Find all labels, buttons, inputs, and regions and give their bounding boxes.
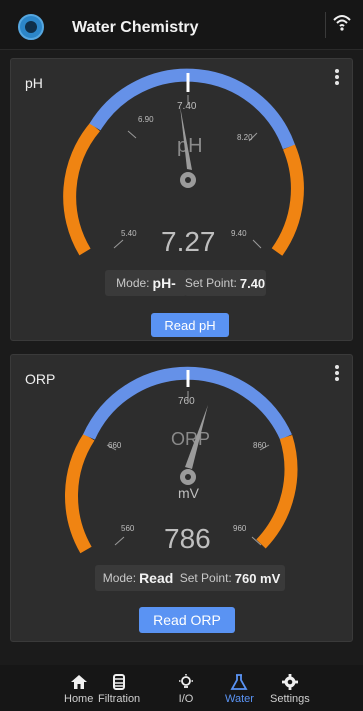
ph-tick-9-40 <box>252 239 262 249</box>
app-bar: Water Chemistry <box>0 0 363 50</box>
ph-card: pH 5.40 6.90 7.40 8.20 9.40 pH 7.27 Mode… <box>10 58 353 341</box>
nav-label-filtration: Filtration <box>98 693 141 705</box>
ph-setpoint-value: 7.40 <box>239 275 266 291</box>
home-icon <box>70 675 87 689</box>
orp-card: ORP 560 660 760 860 960 ORP mV 786 Mode:… <box>10 354 353 642</box>
orp-mode-chip: Mode: Read <box>95 565 181 591</box>
lightbulb-icon <box>179 674 193 688</box>
gear-icon <box>281 674 298 690</box>
orp-tick-label-560: 560 <box>121 524 135 533</box>
nav-label-io: I/O <box>178 693 194 705</box>
bottom-navigation: Home Filtration I/O Water Settings <box>0 665 363 711</box>
ph-tick-6-90 <box>127 130 137 139</box>
ph-tick-label-9-40: 9.40 <box>231 229 247 238</box>
orp-tick-label-760: 760 <box>178 396 195 407</box>
nav-item-filtration[interactable]: Filtration <box>98 673 140 705</box>
wifi-icon[interactable] <box>325 12 351 38</box>
nav-item-io[interactable]: I/O <box>176 673 196 705</box>
ph-gauge: 5.40 6.90 7.40 8.20 9.40 pH 7.27 <box>63 68 304 257</box>
ph-tick-5-40 <box>113 239 124 249</box>
ph-tick-label-8-20: 8.20 <box>237 133 253 142</box>
ph-tick-label-5-40: 5.40 <box>121 229 137 238</box>
ph-mode-label: Mode: <box>116 276 150 290</box>
orp-arc-left <box>65 433 95 554</box>
flask-icon <box>230 674 248 690</box>
orp-arc-right <box>256 435 298 549</box>
orp-unit-sub: mV <box>178 485 200 501</box>
app-logo-icon <box>18 14 44 40</box>
orp-mode-value: Read <box>139 570 174 586</box>
orp-gauge: 560 660 760 860 960 ORP mV 786 <box>65 366 298 554</box>
nav-item-home[interactable]: Home <box>64 673 93 705</box>
filter-icon <box>113 674 126 690</box>
nav-label-home: Home <box>64 693 94 705</box>
orp-unit-label: ORP <box>171 429 210 449</box>
ph-arc-right <box>271 144 304 256</box>
ph-tick-label-7-40: 7.40 <box>177 101 197 112</box>
orp-tick-label-660: 660 <box>108 441 122 450</box>
orp-tick-560 <box>114 536 125 546</box>
orp-tick-label-960: 960 <box>233 524 247 533</box>
nav-item-settings[interactable]: Settings <box>270 673 310 705</box>
ph-arc-left <box>63 122 101 256</box>
nav-label-settings: Settings <box>270 693 310 705</box>
nav-label-water: Water <box>225 693 254 705</box>
orp-tick-label-860: 860 <box>253 441 267 450</box>
orp-setpoint-label: Set Point: <box>179 571 232 585</box>
ph-unit-label: pH <box>177 135 203 157</box>
ph-tick-label-6-90: 6.90 <box>138 115 154 124</box>
ph-current-value: 7.27 <box>161 226 216 257</box>
orp-mode-label: Mode: <box>102 571 137 585</box>
orp-setpoint-chip: Set Point: 760 mV <box>175 565 285 591</box>
read-ph-button[interactable]: Read pH <box>151 313 229 337</box>
orp-current-value: 786 <box>164 523 211 554</box>
ph-setpoint-label: Set Point: <box>184 276 237 290</box>
ph-mode-value: pH- <box>152 275 176 291</box>
orp-setpoint-value: 760 mV <box>234 570 281 586</box>
nav-item-water[interactable]: Water <box>225 673 254 705</box>
ph-setpoint-chip: Set Point: 7.40 <box>184 270 266 296</box>
ph-mode-chip: Mode: pH- <box>105 270 187 296</box>
page-title: Water Chemistry <box>72 19 199 36</box>
read-orp-button[interactable]: Read ORP <box>139 607 235 633</box>
